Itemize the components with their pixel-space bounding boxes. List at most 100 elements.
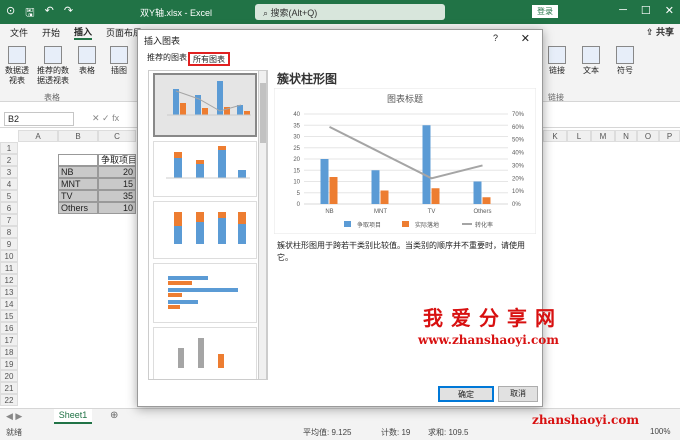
close-icon[interactable]: ✕ (521, 32, 530, 45)
login-button[interactable]: 登录 (532, 5, 558, 18)
scrollbar-thumb[interactable] (260, 83, 266, 143)
cell-c2[interactable]: 争取项目 (98, 154, 136, 166)
save-icon[interactable]: 🖫 (25, 4, 34, 23)
cell-c5[interactable]: 35 (98, 190, 136, 202)
thumbnail-bar-chart[interactable] (153, 263, 257, 323)
sheet-nav-icon[interactable]: ◀ ▶ (6, 411, 22, 422)
column-header-o[interactable]: O (637, 130, 659, 142)
row-header[interactable]: 10 (0, 250, 18, 262)
row-header[interactable]: 11 (0, 262, 18, 274)
text-button[interactable]: 文本 (580, 46, 602, 76)
tab-file[interactable]: 文件 (10, 26, 28, 39)
row-header[interactable]: 2 (0, 154, 18, 166)
column-header-a[interactable]: A (18, 130, 58, 142)
row-header[interactable]: 8 (0, 226, 18, 238)
row-header[interactable]: 13 (0, 286, 18, 298)
y-tick-label: 40 (293, 112, 300, 118)
column-header-b[interactable]: B (58, 130, 98, 142)
bar[interactable] (371, 170, 380, 204)
cell-c3[interactable]: 20 (98, 166, 136, 178)
column-header-n[interactable]: N (615, 130, 637, 142)
bar[interactable] (320, 159, 329, 204)
search-input[interactable]: ⌕ 搜索(Alt+Q) (255, 4, 445, 20)
cell-b6[interactable]: Others (58, 202, 98, 214)
column-header-k[interactable]: K (543, 130, 567, 142)
cell-b5[interactable]: TV (58, 190, 98, 202)
bar[interactable] (431, 188, 440, 204)
ok-button[interactable]: 确定 (438, 386, 494, 402)
tab-insert[interactable]: 插入 (74, 25, 93, 40)
status-count: 计数: 19 (381, 428, 411, 437)
cancel-button[interactable]: 取消 (498, 386, 538, 402)
bar[interactable] (422, 125, 431, 204)
thumbnail-combo-chart[interactable] (153, 73, 257, 137)
row-header[interactable]: 7 (0, 214, 18, 226)
cell-c6[interactable]: 10 (98, 202, 136, 214)
recommended-pivot-button[interactable]: 推荐的数据透视表 (36, 46, 70, 86)
row-header[interactable]: 1 (0, 142, 18, 154)
redo-icon[interactable]: ↷ (64, 4, 73, 23)
y2-tick-label: 70% (512, 112, 525, 118)
title-bar: ⊙ 🖫 ↶ ↷ 双Y轴.xlsx - Excel ⌕ 搜索(Alt+Q) 登录 … (0, 0, 680, 24)
add-sheet-icon[interactable]: ⊕ (110, 410, 118, 421)
row-header[interactable]: 12 (0, 274, 18, 286)
column-header-p[interactable]: P (659, 130, 680, 142)
status-zoom[interactable]: 100% (650, 427, 670, 436)
autosave-icon[interactable]: ⊙ (6, 4, 15, 23)
y2-tick-label: 20% (512, 176, 525, 182)
name-box[interactable]: B2 (4, 112, 74, 126)
share-icon: ⇪ (645, 27, 656, 37)
thumbnail-combo-icon (167, 81, 251, 116)
tab-recommended-charts[interactable]: 推荐的图表 (144, 52, 190, 66)
y2-tick-label: 50% (512, 138, 525, 144)
column-header-m[interactable]: M (591, 130, 615, 142)
undo-icon[interactable]: ↶ (45, 4, 54, 23)
thumbnail-percent-column[interactable] (153, 201, 257, 259)
row-header[interactable]: 22 (0, 394, 18, 406)
row-header[interactable]: 3 (0, 166, 18, 178)
row-header[interactable]: 18 (0, 346, 18, 358)
cell-b2[interactable] (58, 154, 98, 166)
table-icon (78, 46, 96, 64)
cell-b4[interactable]: MNT (58, 178, 98, 190)
table-button[interactable]: 表格 (76, 46, 98, 76)
row-header[interactable]: 21 (0, 382, 18, 394)
cell-b3[interactable]: NB (58, 166, 98, 178)
column-header-l[interactable]: L (567, 130, 591, 142)
minimize-icon[interactable]: ─ (619, 4, 627, 17)
row-header[interactable]: 16 (0, 322, 18, 334)
cell-c4[interactable]: 15 (98, 178, 136, 190)
thumbnail-column-3d[interactable] (153, 327, 257, 379)
illustrations-button[interactable]: 插图 (108, 46, 130, 76)
bar[interactable] (482, 197, 491, 204)
row-header[interactable]: 9 (0, 238, 18, 250)
row-header[interactable]: 15 (0, 310, 18, 322)
group-label-links: 链接 (548, 93, 564, 102)
bar[interactable] (473, 181, 482, 205)
row-header[interactable]: 4 (0, 178, 18, 190)
maximize-icon[interactable]: ☐ (641, 4, 651, 17)
bar[interactable] (329, 177, 338, 204)
thumbnail-scrollbar[interactable] (258, 70, 267, 380)
link-button[interactable]: 链接 (546, 46, 568, 76)
row-header[interactable]: 5 (0, 190, 18, 202)
tab-home[interactable]: 开始 (42, 26, 60, 39)
row-header[interactable]: 17 (0, 334, 18, 346)
pivot-table-button[interactable]: 数据透视表 (4, 46, 30, 86)
column-header-c[interactable]: C (98, 130, 136, 142)
chart-preview[interactable]: 图表标题 05101520253035400%10%20%30%40%50%60… (274, 88, 536, 234)
tab-all-charts[interactable]: 所有图表 (188, 52, 230, 66)
row-header[interactable]: 19 (0, 358, 18, 370)
fx-icon[interactable]: ✕ ✓ fx (92, 113, 119, 124)
row-header[interactable]: 14 (0, 298, 18, 310)
window-controls: ─ ☐ ✕ (619, 4, 674, 17)
close-window-icon[interactable]: ✕ (665, 4, 674, 17)
sheet-tab-sheet1[interactable]: Sheet1 (54, 409, 92, 424)
symbol-button[interactable]: 符号 (614, 46, 636, 76)
help-icon[interactable]: ? (493, 33, 498, 43)
row-header[interactable]: 20 (0, 370, 18, 382)
share-button[interactable]: ⇪ 共享 (646, 25, 674, 38)
bar[interactable] (380, 190, 389, 205)
thumbnail-stacked-column[interactable] (153, 141, 257, 197)
row-header[interactable]: 6 (0, 202, 18, 214)
